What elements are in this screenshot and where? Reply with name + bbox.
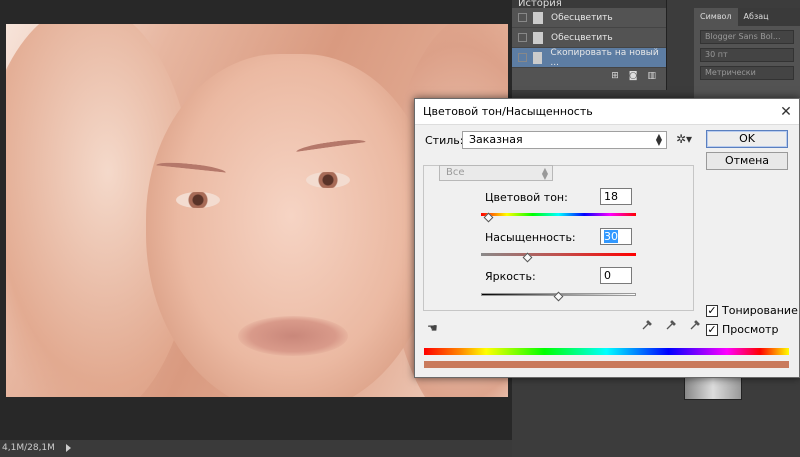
preview-label: Просмотр <box>722 323 779 336</box>
history-item[interactable]: Обесцветить <box>512 28 666 48</box>
channel-select[interactable]: Все ▲ ▼ <box>439 165 553 181</box>
tab-paragraph[interactable]: Абзац <box>738 8 775 26</box>
saturation-slider-track[interactable] <box>481 253 636 256</box>
chevron-updown-icon: ▲ ▼ <box>655 132 662 147</box>
hue-label: Цветовой тон: <box>485 191 568 204</box>
source-spectrum-bar <box>424 348 789 355</box>
close-icon[interactable]: ✕ <box>773 104 799 120</box>
preview-checkbox[interactable]: ✓ <box>706 323 718 336</box>
hue-saturation-dialog: Цветовой тон/Насыщенность ✕ Стиль: Заказ… <box>414 98 800 378</box>
lightness-label: Яркость: <box>485 270 536 283</box>
hue-value-field[interactable]: 18 <box>600 188 632 205</box>
gear-icon[interactable]: ✲▾ <box>676 132 692 146</box>
history-checkbox[interactable] <box>518 13 527 22</box>
history-checkbox[interactable] <box>518 53 527 62</box>
hand-tool-icon[interactable]: ☚ <box>427 321 438 335</box>
adjustments-group: Все ▲ ▼ Цветовой тон: 18 Насыщенность: 30… <box>423 165 694 311</box>
history-item[interactable]: Обесцветить <box>512 8 666 28</box>
style-select[interactable]: Заказная ▲ ▼ <box>462 131 667 149</box>
eyedropper-icon[interactable] <box>641 319 653 331</box>
character-panel-tabs: Символ Абзац <box>694 8 800 26</box>
hue-slider-track[interactable] <box>481 213 636 216</box>
chevron-updown-icon: ▲ ▼ <box>541 166 548 181</box>
result-color-bar <box>424 361 789 368</box>
eyedropper-add-icon[interactable] <box>665 319 677 331</box>
history-checkbox[interactable] <box>518 33 527 42</box>
history-toolbar: ⊞ ◙ ▥ <box>512 68 666 84</box>
ok-button[interactable]: OK <box>706 130 788 148</box>
kerning-field[interactable]: Метрически <box>700 66 794 80</box>
dialog-title: Цветовой тон/Насыщенность <box>423 105 593 118</box>
font-size-field[interactable]: 30 пт <box>700 48 794 62</box>
saturation-label: Насыщенность: <box>485 231 576 244</box>
lightness-value-field[interactable]: 0 <box>600 267 632 284</box>
history-item-selected[interactable]: Скопировать на новый ... <box>512 48 666 68</box>
document-icon <box>533 11 543 24</box>
preview-option[interactable]: ✓ Просмотр <box>706 323 778 336</box>
history-panel: История Обесцветить Обесцветить Скопиров… <box>512 0 667 90</box>
status-bar: 4,1M/28,1M <box>0 440 512 457</box>
font-family-field[interactable]: Blogger Sans Bol... <box>700 30 794 44</box>
dialog-titlebar[interactable]: Цветовой тон/Насыщенность ✕ <box>415 99 799 125</box>
status-menu-arrow-icon[interactable] <box>65 443 71 452</box>
document-size: 4,1M/28,1M <box>2 443 55 453</box>
eyedropper-subtract-icon[interactable] <box>689 319 701 331</box>
eyedropper-tools <box>641 319 701 331</box>
character-panel: Символ Абзац Blogger Sans Bol... 30 пт М… <box>694 8 800 108</box>
style-label: Стиль: <box>425 134 464 147</box>
tab-character[interactable]: Символ <box>694 8 738 26</box>
snapshot-icon[interactable]: ◙ <box>629 71 638 81</box>
colorize-label: Тонирование <box>722 304 798 317</box>
new-document-icon[interactable]: ⊞ <box>611 71 619 81</box>
trash-icon[interactable]: ▥ <box>647 71 656 81</box>
colorize-checkbox[interactable]: ✓ <box>706 304 718 317</box>
document-icon <box>532 51 543 64</box>
colorize-option[interactable]: ✓ Тонирование <box>706 304 798 317</box>
saturation-value-field[interactable]: 30 <box>600 228 632 245</box>
history-panel-header[interactable]: История <box>512 0 666 8</box>
document-icon <box>533 31 543 44</box>
cancel-button[interactable]: Отмена <box>706 152 788 170</box>
